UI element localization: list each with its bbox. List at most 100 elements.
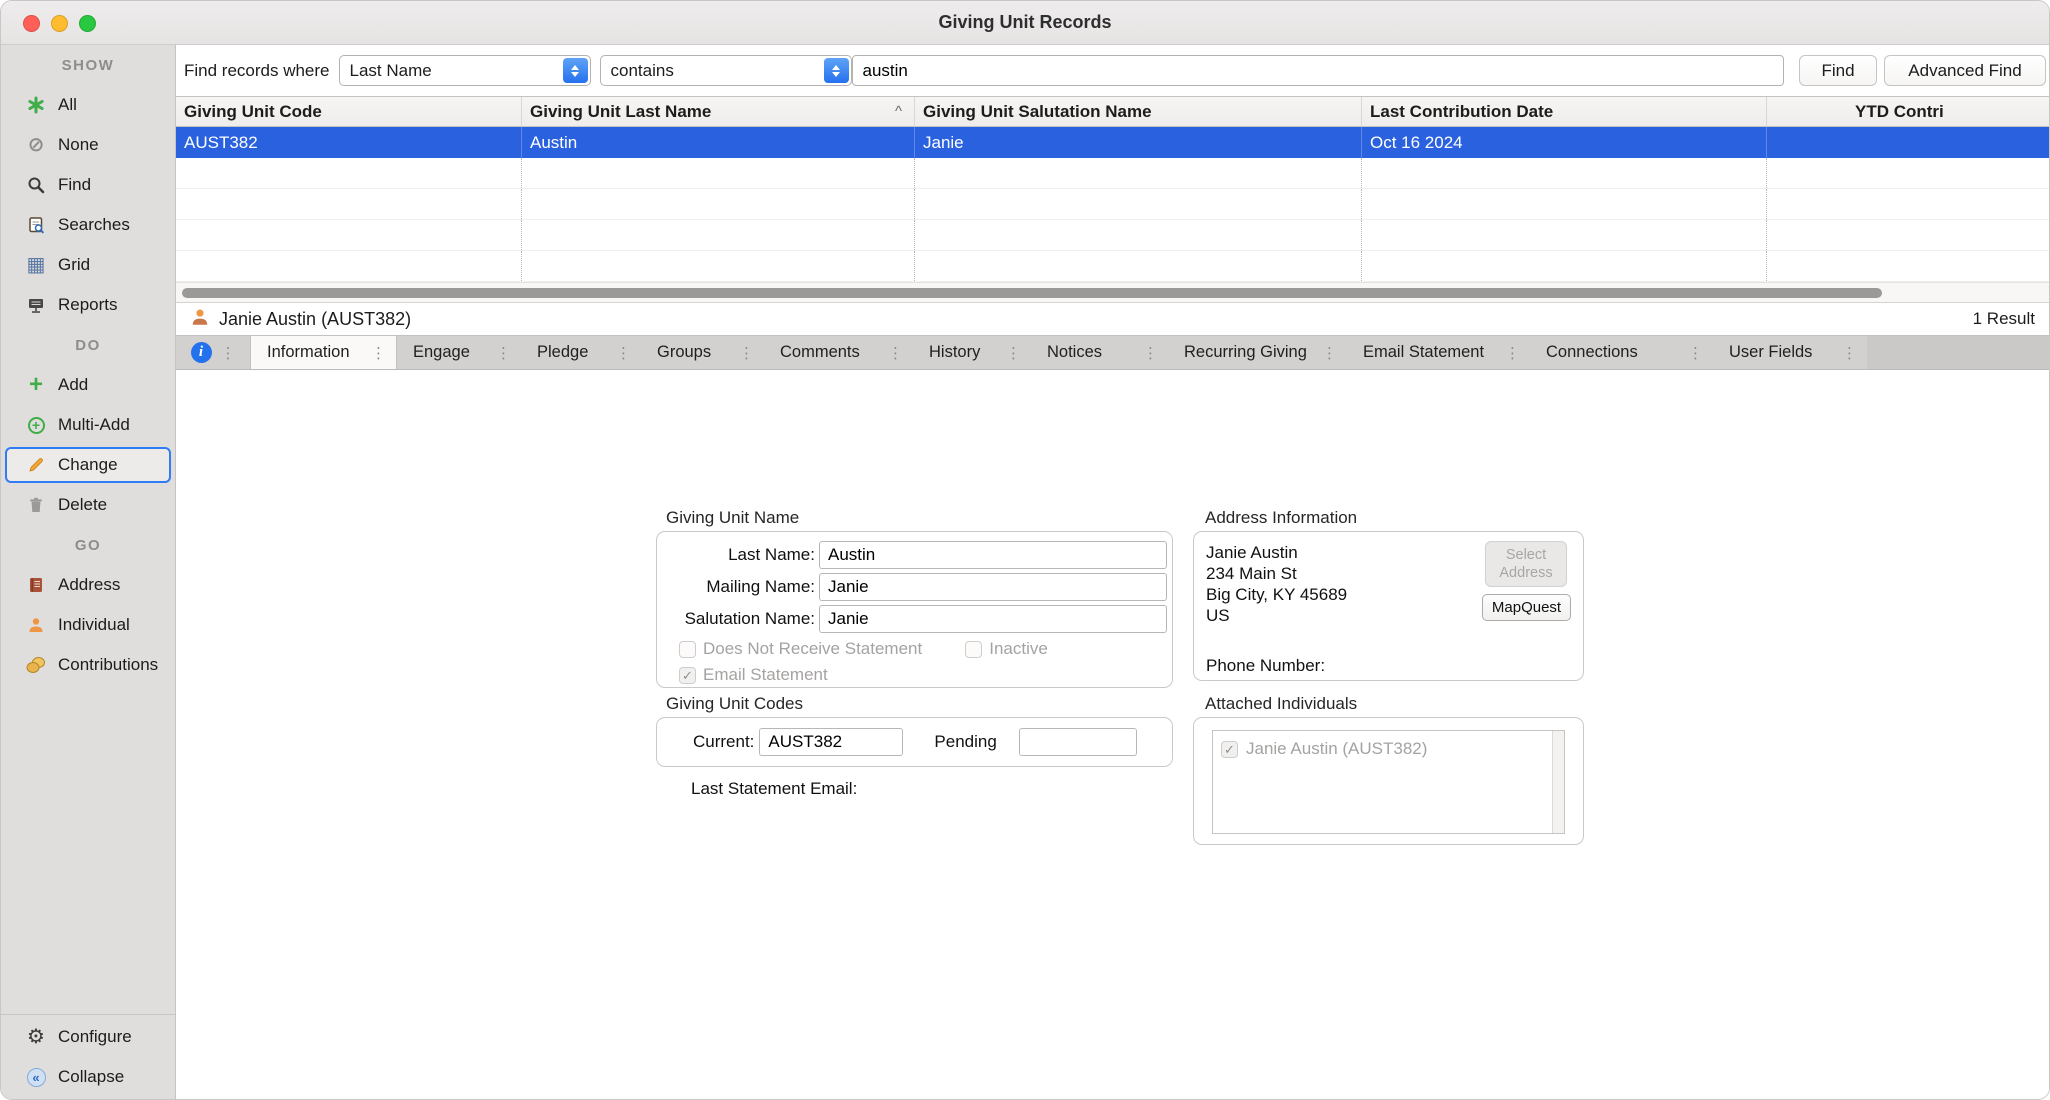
table-row[interactable]: AUST382 Austin Janie Oct 16 2024 <box>176 127 2049 158</box>
app-window: Giving Unit Records SHOW All ⊘ None Find <box>0 0 2050 1100</box>
person-icon <box>190 307 210 332</box>
tab-email-statement[interactable]: Email Statement⋮ <box>1347 336 1530 369</box>
tab-menu-dots-icon[interactable]: ⋮ <box>1688 344 1703 362</box>
last-name-field[interactable] <box>819 541 1167 569</box>
tab-menu-dots-icon[interactable]: ⋮ <box>371 344 386 362</box>
field-dropdown-value: Last Name <box>350 61 563 81</box>
tab-menu-dots-icon[interactable]: ⋮ <box>1505 344 1520 362</box>
search-input[interactable] <box>852 55 1784 86</box>
sidebar-item-label: Configure <box>58 1027 132 1047</box>
sidebar-item-change[interactable]: Change <box>5 447 171 483</box>
column-header-giving-unit-salutation-name[interactable]: Giving Unit Salutation Name <box>915 97 1362 126</box>
sidebar-item-label: Searches <box>58 215 130 235</box>
find-records-where-label: Find records where <box>184 61 330 81</box>
trash-icon <box>25 496 47 514</box>
sidebar-item-reports[interactable]: Reports <box>1 285 175 325</box>
address-information-section-label: Address Information <box>1205 508 1357 528</box>
tab-user-fields[interactable]: User Fields⋮ <box>1713 336 1867 369</box>
sidebar-item-label: Address <box>58 575 120 595</box>
tab-info-menu[interactable]: ⋮ <box>176 336 250 369</box>
operator-dropdown[interactable]: contains <box>600 55 852 86</box>
sidebar-item-grid[interactable]: ▦ Grid <box>1 245 175 285</box>
sidebar-item-address[interactable]: Address <box>1 565 175 605</box>
cell-giving-unit-code: AUST382 <box>176 127 522 158</box>
column-header-giving-unit-code[interactable]: Giving Unit Code <box>176 97 522 126</box>
tab-recurring-giving[interactable]: Recurring Giving⋮ <box>1168 336 1347 369</box>
mapquest-button[interactable]: MapQuest <box>1482 594 1571 621</box>
close-button[interactable] <box>23 15 40 32</box>
sidebar-item-delete[interactable]: Delete <box>1 485 175 525</box>
tab-menu-dots-icon[interactable]: ⋮ <box>616 344 631 362</box>
horizontal-scrollbar[interactable] <box>176 282 2049 303</box>
pending-code-label: Pending <box>934 732 996 752</box>
mailing-name-field[interactable] <box>819 573 1167 601</box>
column-header-giving-unit-last-name[interactable]: Giving Unit Last Name^ <box>522 97 915 126</box>
field-dropdown[interactable]: Last Name <box>339 55 591 86</box>
select-address-button[interactable]: Select Address <box>1485 541 1567 587</box>
record-title: Janie Austin (AUST382) <box>219 309 411 330</box>
sidebar-item-individual[interactable]: Individual <box>1 605 175 645</box>
tab-menu-dots-icon[interactable]: ⋮ <box>739 344 754 362</box>
last-statement-email-label: Last Statement Email: <box>691 779 857 799</box>
asterisk-icon <box>25 96 47 114</box>
salutation-name-field[interactable] <box>819 605 1167 633</box>
email-statement-checkbox[interactable] <box>679 667 696 684</box>
person-icon <box>25 616 47 634</box>
sidebar-section-show: SHOW <box>1 45 175 85</box>
salutation-name-label: Salutation Name: <box>657 609 815 629</box>
column-header-ytd-contributions[interactable]: YTD Contri <box>1767 97 2049 126</box>
address-block: Janie Austin 234 Main St Big City, KY 45… <box>1206 542 1347 626</box>
pending-code-field[interactable] <box>1019 728 1137 756</box>
tab-connections[interactable]: Connections⋮ <box>1530 336 1713 369</box>
info-icon <box>191 342 212 363</box>
sidebar-item-multi-add[interactable]: + Multi-Add <box>1 405 175 445</box>
vertical-scrollbar[interactable] <box>1552 731 1564 833</box>
sidebar-item-label: All <box>58 95 77 115</box>
tab-history[interactable]: History⋮ <box>913 336 1031 369</box>
attached-individuals-list: Janie Austin (AUST382) <box>1212 730 1565 834</box>
tab-menu-dots-icon[interactable]: ⋮ <box>1322 344 1337 362</box>
tab-menu-dots-icon[interactable]: ⋮ <box>496 344 511 362</box>
sidebar-footer: ⚙ Configure « Collapse <box>1 1014 175 1099</box>
attached-individual-label: Janie Austin (AUST382) <box>1246 739 1427 759</box>
sort-ascending-icon: ^ <box>895 103 902 120</box>
scrollbar-thumb[interactable] <box>182 288 1882 298</box>
sidebar-item-none[interactable]: ⊘ None <box>1 125 175 165</box>
sidebar-item-contributions[interactable]: Contributions <box>1 645 175 685</box>
sidebar-item-all[interactable]: All <box>1 85 175 125</box>
column-header-last-contribution-date[interactable]: Last Contribution Date <box>1362 97 1767 126</box>
does-not-receive-statement-checkbox[interactable] <box>679 641 696 658</box>
tab-notices[interactable]: Notices⋮ <box>1031 336 1168 369</box>
dropdown-arrows-icon <box>824 58 849 83</box>
tab-pledge[interactable]: Pledge⋮ <box>521 336 641 369</box>
inactive-checkbox[interactable] <box>965 641 982 658</box>
tab-menu-dots-icon[interactable]: ⋮ <box>888 344 903 362</box>
current-code-field[interactable] <box>759 728 903 756</box>
pencil-icon <box>25 456 47 474</box>
traffic-lights <box>23 1 96 45</box>
tab-groups[interactable]: Groups⋮ <box>641 336 764 369</box>
tab-menu-dots-icon[interactable]: ⋮ <box>1842 344 1857 362</box>
sidebar-item-collapse[interactable]: « Collapse <box>1 1057 175 1097</box>
find-button[interactable]: Find <box>1799 55 1877 86</box>
information-tab-content: Giving Unit Name Last Name: Mailing Name… <box>176 370 2049 1099</box>
attached-individual-checkbox[interactable] <box>1221 741 1238 758</box>
tab-information[interactable]: Information⋮ <box>250 336 397 369</box>
advanced-find-button[interactable]: Advanced Find <box>1884 55 2046 86</box>
minimize-button[interactable] <box>51 15 68 32</box>
sidebar-item-searches[interactable]: Searches <box>1 205 175 245</box>
tab-menu-dots-icon[interactable]: ⋮ <box>1143 344 1158 362</box>
sidebar-item-add[interactable]: + Add <box>1 365 175 405</box>
zoom-button[interactable] <box>79 15 96 32</box>
sidebar-item-find[interactable]: Find <box>1 165 175 205</box>
tab-menu-dots-icon[interactable]: ⋮ <box>1006 344 1021 362</box>
list-item[interactable]: Janie Austin (AUST382) <box>1213 731 1564 759</box>
operator-dropdown-value: contains <box>611 61 824 81</box>
tab-engage[interactable]: Engage⋮ <box>397 336 521 369</box>
tab-menu-dots-icon[interactable]: ⋮ <box>221 344 236 362</box>
mailing-name-label: Mailing Name: <box>657 577 815 597</box>
results-table-header: Giving Unit Code Giving Unit Last Name^ … <box>176 96 2049 127</box>
sidebar-item-label: Collapse <box>58 1067 124 1087</box>
tab-comments[interactable]: Comments⋮ <box>764 336 913 369</box>
sidebar-item-configure[interactable]: ⚙ Configure <box>1 1017 175 1057</box>
